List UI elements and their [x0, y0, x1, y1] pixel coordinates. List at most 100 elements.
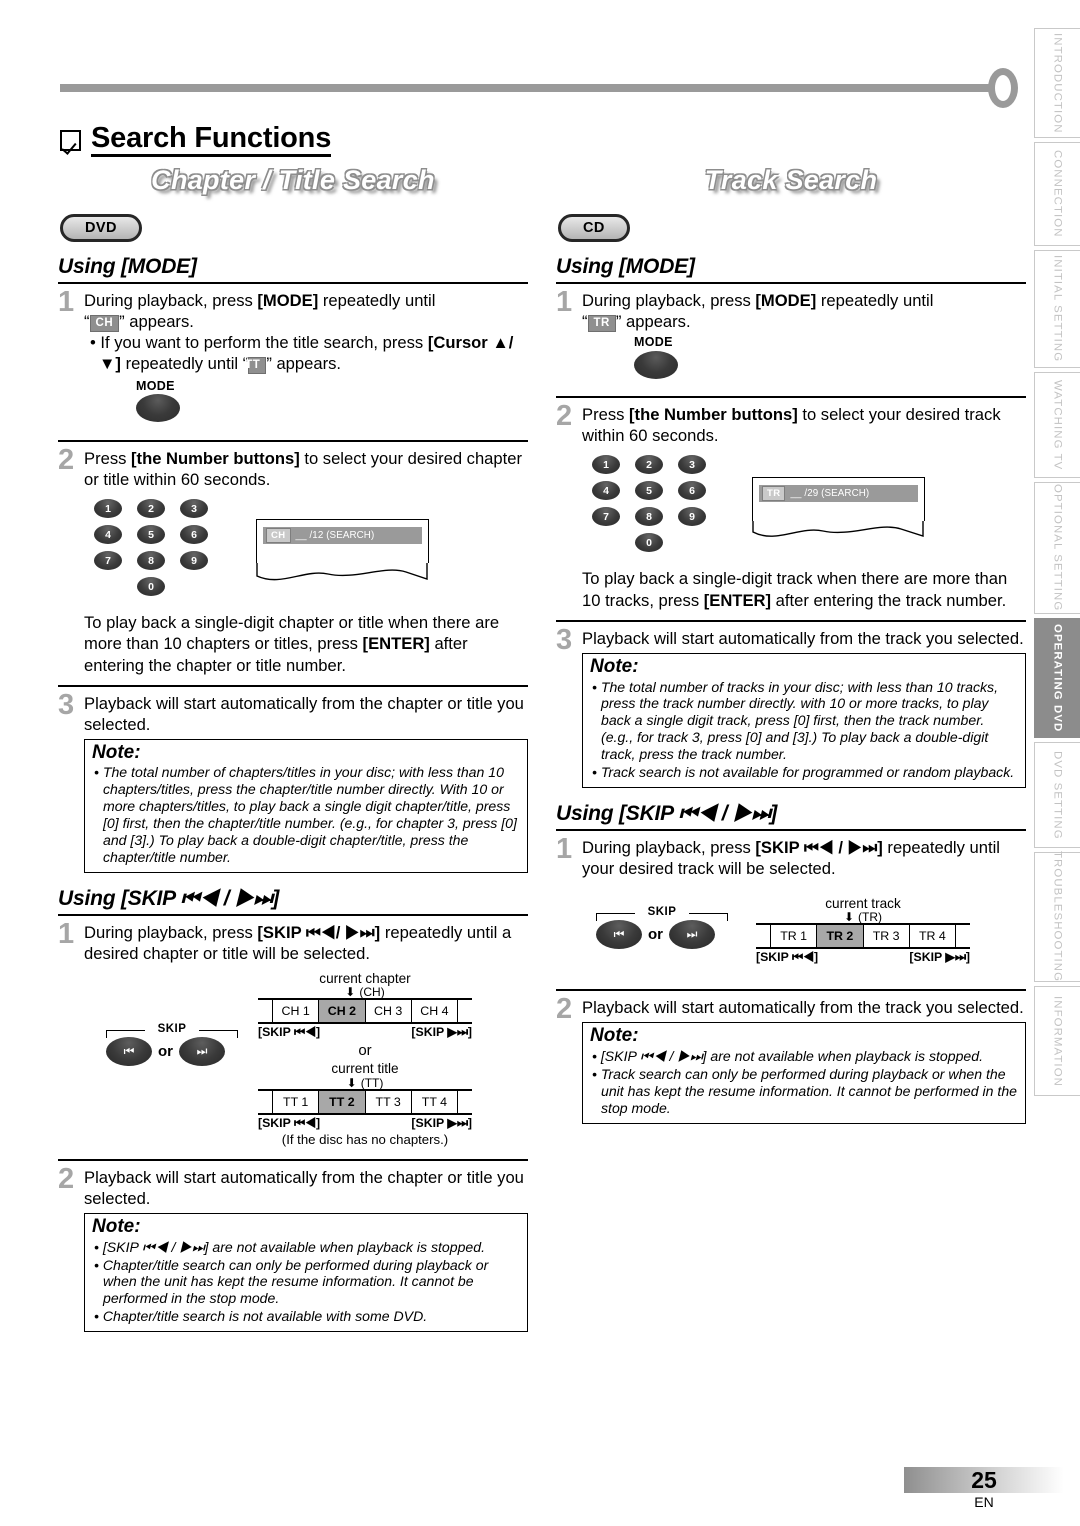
tab-watching-tv[interactable]: WATCHING TV	[1034, 372, 1080, 478]
tab-dvd-setting[interactable]: DVD SETTING	[1034, 742, 1080, 848]
down-arrow-icon: ⬇	[345, 985, 356, 1000]
timeline-cell: CH 3	[364, 1000, 411, 1023]
skip-buttons-row: ⏮ or ⏭	[106, 1036, 258, 1066]
skip-back-button[interactable]: ⏮	[596, 919, 642, 949]
note-item: The total number of tracks in your disc;…	[590, 679, 1018, 764]
timeline-tag: (TR)	[858, 910, 883, 925]
down-arrow-icon: ⬇	[843, 910, 855, 925]
divider	[58, 684, 528, 687]
note-label: Note:	[92, 1215, 141, 1237]
key-1[interactable]: 1	[94, 499, 122, 519]
skip-forward-button[interactable]: ⏭	[669, 919, 715, 949]
right-mode-step1: 1 During playback, press [MODE] repeated…	[556, 286, 1026, 394]
timeline-cell: TR 3	[862, 925, 909, 948]
timeline-labels: [SKIP ⏮◀] [SKIP ▶⏭]	[756, 950, 970, 965]
mode-button-group: MODE	[634, 335, 1026, 385]
divider	[58, 1158, 528, 1161]
left-mode-heading: Using [MODE]	[58, 255, 197, 278]
chapter-timeline: current chapter ⬇ (CH) CH 1 CH 2 CH 3 CH…	[258, 971, 472, 1147]
left-banner: Chapter / Title Search	[58, 160, 528, 200]
step-text-bold: [SKIP ⏮◀/ ▶⏭]	[257, 922, 381, 942]
tab-initial-setting[interactable]: INITIAL SETTING	[1034, 250, 1080, 368]
timeline-pad	[756, 925, 770, 947]
key-4[interactable]: 4	[592, 481, 620, 501]
key-5[interactable]: 5	[137, 525, 165, 545]
key-6[interactable]: 6	[180, 525, 208, 545]
right-mode-step2: 2 Press [the Number buttons] to select y…	[556, 402, 1026, 447]
key-7[interactable]: 7	[592, 507, 620, 527]
tab-label: INTRODUCTION	[1051, 32, 1064, 134]
tab-connection[interactable]: CONNECTION	[1034, 142, 1080, 246]
keypad-row: 7 8 9	[94, 551, 208, 571]
or-label: or	[648, 925, 663, 943]
note-list: [SKIP ⏮◀ / ▶⏭] are not available when pl…	[92, 1239, 520, 1326]
keypad-row: 4 5 6	[592, 481, 706, 501]
tab-operating-dvd[interactable]: OPERATING DVD	[1034, 618, 1080, 738]
step-text: Playback will start automatically from t…	[84, 1167, 524, 1208]
tab-label: CONNECTION	[1051, 150, 1064, 238]
key-0[interactable]: 0	[635, 533, 663, 553]
key-5[interactable]: 5	[635, 481, 663, 501]
key-9[interactable]: 9	[678, 507, 706, 527]
timeline-pad	[458, 1000, 472, 1022]
key-1[interactable]: 1	[592, 455, 620, 475]
key-8[interactable]: 8	[635, 507, 663, 527]
step-text: During playback, press	[84, 922, 258, 942]
key-3[interactable]: 3	[180, 499, 208, 519]
skip-forward-button[interactable]: ⏭	[179, 1036, 225, 1066]
right-banner: Track Search	[556, 160, 1026, 200]
note-item: Track search is not available for progra…	[590, 764, 1018, 781]
step-text-bold: [MODE]	[257, 291, 319, 310]
tab-introduction[interactable]: INTRODUCTION	[1034, 28, 1080, 138]
skip-back-button[interactable]: ⏮	[106, 1036, 152, 1066]
key-9[interactable]: 9	[180, 551, 208, 571]
step-text-bold: [SKIP ⏮◀ / ▶⏭]	[755, 837, 883, 857]
left-banner-text: Chapter / Title Search	[151, 164, 435, 195]
timeline-tag-bottom: (TT)	[360, 1075, 384, 1090]
disc-badge-cd: CD	[558, 214, 630, 242]
section-tabs: INTRODUCTION CONNECTION INITIAL SETTING …	[1032, 28, 1080, 1100]
step-text: Playback will start automatically from t…	[84, 693, 524, 734]
step-text: Playback will start automatically from t…	[582, 628, 1024, 648]
key-3[interactable]: 3	[678, 455, 706, 475]
right-mode-step3: 3 Playback will start automatically from…	[556, 625, 1026, 788]
key-6[interactable]: 6	[678, 481, 706, 501]
osd-screen-left: CH __ /12 (SEARCH)	[256, 519, 429, 585]
note-list: The total number of tracks in your disc;…	[590, 679, 1018, 781]
key-2[interactable]: 2	[137, 499, 165, 519]
key-2[interactable]: 2	[635, 455, 663, 475]
mode-button-caption: MODE	[136, 378, 175, 393]
key-7[interactable]: 7	[94, 551, 122, 571]
key-4[interactable]: 4	[94, 525, 122, 545]
note-item: Chapter/title search can only be perform…	[92, 1257, 520, 1308]
skip-forward-label: [SKIP ▶⏭]	[909, 950, 970, 965]
note-item: The total number of chapters/titles in y…	[92, 764, 520, 865]
note-item: Track search can only be performed durin…	[590, 1066, 1018, 1117]
mode-button-icon[interactable]	[634, 350, 678, 379]
timeline-bar-tracks: TR 1 TR 2 TR 3 TR 4	[756, 923, 970, 950]
tab-label: INITIAL SETTING	[1051, 255, 1064, 363]
right-keypad-screen-row: 1 2 3 4 5 6 7 8 9 0 TR __ /29 (SEARCH)	[556, 449, 1026, 559]
timeline-caption-bottom: current title	[331, 1061, 399, 1077]
step-number: 1	[556, 286, 573, 318]
note-box: Note: [SKIP ⏮◀ / ▶⏭] are not available w…	[84, 1212, 528, 1333]
key-8[interactable]: 8	[137, 551, 165, 571]
timeline-cell: TT 4	[410, 1090, 458, 1113]
left-mode-step3: 3 Playback will start automatically from…	[58, 690, 528, 873]
key-0[interactable]: 0	[137, 577, 165, 597]
tab-information[interactable]: INFORMATION	[1034, 986, 1080, 1096]
bullet-tail: ” appears.	[266, 353, 342, 373]
mode-button-icon[interactable]	[136, 394, 180, 423]
tab-troubleshooting[interactable]: TROUBLESHOOTING	[1034, 851, 1080, 983]
tab-label: OPERATING DVD	[1051, 623, 1064, 733]
divider	[58, 440, 528, 443]
timeline-caption: current track	[825, 895, 901, 911]
right-skip-heading: Using [SKIP ⏮◀ / ▶⏭]	[556, 801, 777, 825]
note-item: [SKIP ⏮◀ / ▶⏭] are not available when pl…	[590, 1048, 1018, 1065]
timeline-cell-selected: CH 2	[318, 1000, 365, 1023]
step-text-tail: repeatedly until	[816, 291, 934, 310]
step-text-tail: repeatedly until	[318, 291, 436, 310]
skip-back-label: [SKIP ⏮◀]	[258, 1115, 321, 1130]
number-keypad: 1 2 3 4 5 6 7 8 9 0	[94, 499, 208, 603]
tab-optional-setting[interactable]: OPTIONAL SETTING	[1034, 482, 1080, 614]
